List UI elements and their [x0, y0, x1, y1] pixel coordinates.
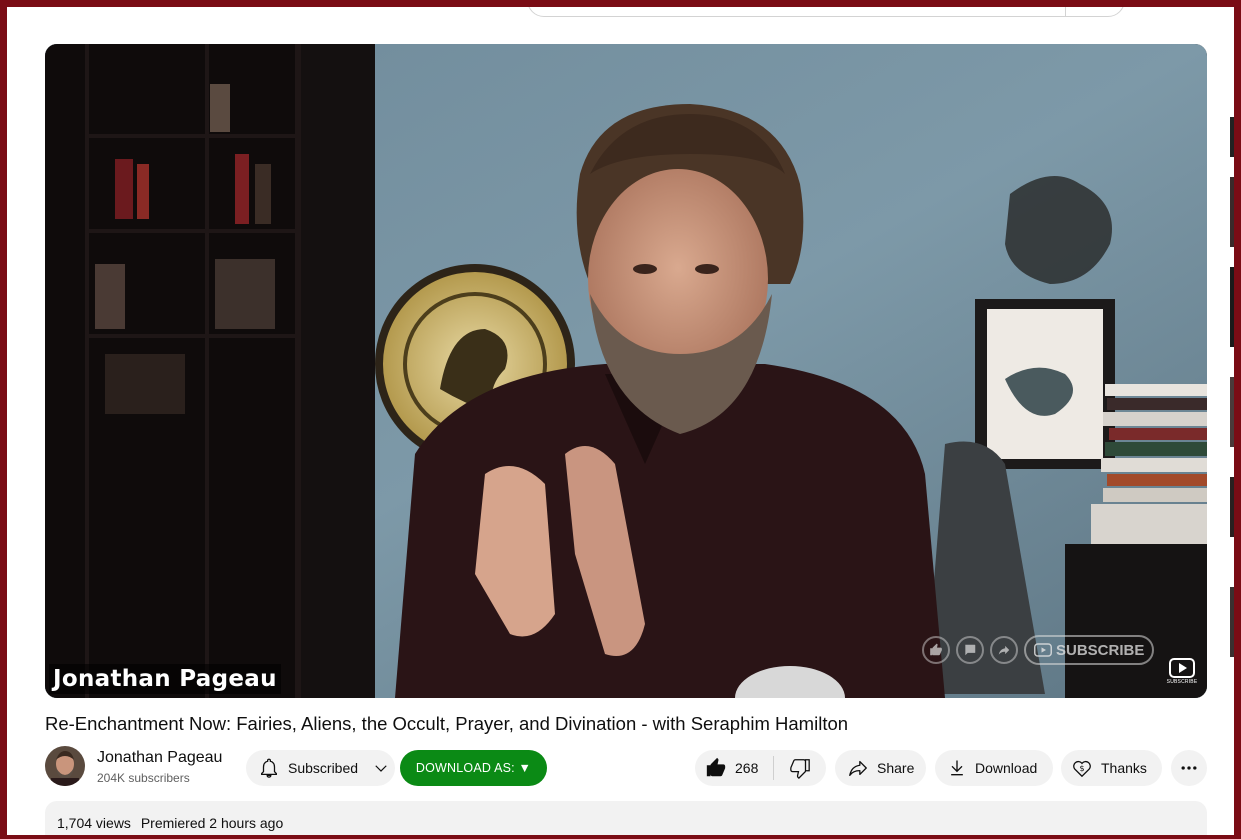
thumbs-up-icon [706, 757, 726, 777]
channel-name[interactable]: Jonathan Pageau [97, 749, 222, 767]
thanks-label: Thanks [1101, 760, 1147, 776]
thumbs-up-icon [930, 643, 942, 656]
bell-icon [261, 758, 277, 778]
more-horizontal-icon [1181, 766, 1197, 770]
heart-dollar-icon: $ [1073, 760, 1091, 778]
more-actions-button[interactable] [1171, 750, 1207, 786]
description-box[interactable]: 1,704 views Premiered 2 hours ago [45, 801, 1207, 835]
share-button[interactable]: Share [835, 750, 926, 786]
endscreen-actions: SUBSCRIBE [922, 633, 1155, 667]
watermark-label: SUBSCRIBE [1166, 679, 1198, 685]
share-label: Share [877, 760, 915, 776]
like-button[interactable]: 268 [695, 750, 773, 786]
endscreen-subscribe-button[interactable]: SUBSCRIBE [1024, 635, 1155, 665]
subscribe-watermark[interactable]: SUBSCRIBE [1167, 658, 1197, 686]
subscribed-label: Subscribed [288, 760, 359, 776]
chevron-down-icon [375, 765, 387, 772]
thanks-button[interactable]: $ Thanks [1061, 750, 1162, 786]
name-overlay: Jonathan Pageau [49, 664, 281, 694]
sidebar-thumbnail-edge [1230, 117, 1234, 657]
search-bar[interactable] [527, 7, 1125, 17]
endscreen-share-button[interactable] [990, 636, 1018, 664]
subscriber-count: 204K subscribers [97, 771, 190, 785]
download-as-button[interactable]: DOWNLOAD AS: ▼ [400, 750, 547, 786]
watch-page: Jonathan Pageau SUBSCRIBE SUBSCRIBE Re-E… [7, 7, 1234, 835]
download-icon [951, 760, 963, 776]
view-count: 1,704 views [57, 815, 131, 831]
premiere-time: Premiered 2 hours ago [140, 815, 284, 831]
thumbs-down-icon [790, 759, 810, 779]
video-stats: 1,704 views Premiered 2 hours ago [57, 815, 283, 831]
endscreen-like-button[interactable] [922, 636, 950, 664]
share-icon [849, 760, 867, 776]
dislike-button[interactable] [774, 750, 826, 786]
endscreen-subscribe-label: SUBSCRIBE [1056, 641, 1145, 659]
video-frame [45, 44, 1207, 698]
svg-text:$: $ [1079, 763, 1084, 773]
video-player[interactable]: Jonathan Pageau SUBSCRIBE SUBSCRIBE [45, 44, 1207, 698]
channel-avatar[interactable] [45, 746, 85, 786]
endscreen-comment-button[interactable] [956, 636, 984, 664]
download-as-label: DOWNLOAD AS: ▼ [415, 761, 532, 775]
download-label: Download [975, 760, 1038, 776]
comment-icon [965, 644, 976, 656]
like-count: 268 [735, 760, 759, 776]
video-title: Re-Enchantment Now: Fairies, Aliens, the… [45, 713, 849, 734]
like-dislike-group: 268 [695, 750, 826, 786]
share-arrow-icon [998, 645, 1010, 655]
youtube-play-icon [1034, 643, 1052, 657]
channel-actions-row: Jonathan Pageau 204K subscribers Subscri… [45, 746, 1207, 786]
play-button-icon [1169, 658, 1195, 678]
subscribed-button[interactable]: Subscribed [246, 750, 395, 786]
avatar-image [45, 746, 85, 786]
download-button[interactable]: Download [935, 750, 1053, 786]
